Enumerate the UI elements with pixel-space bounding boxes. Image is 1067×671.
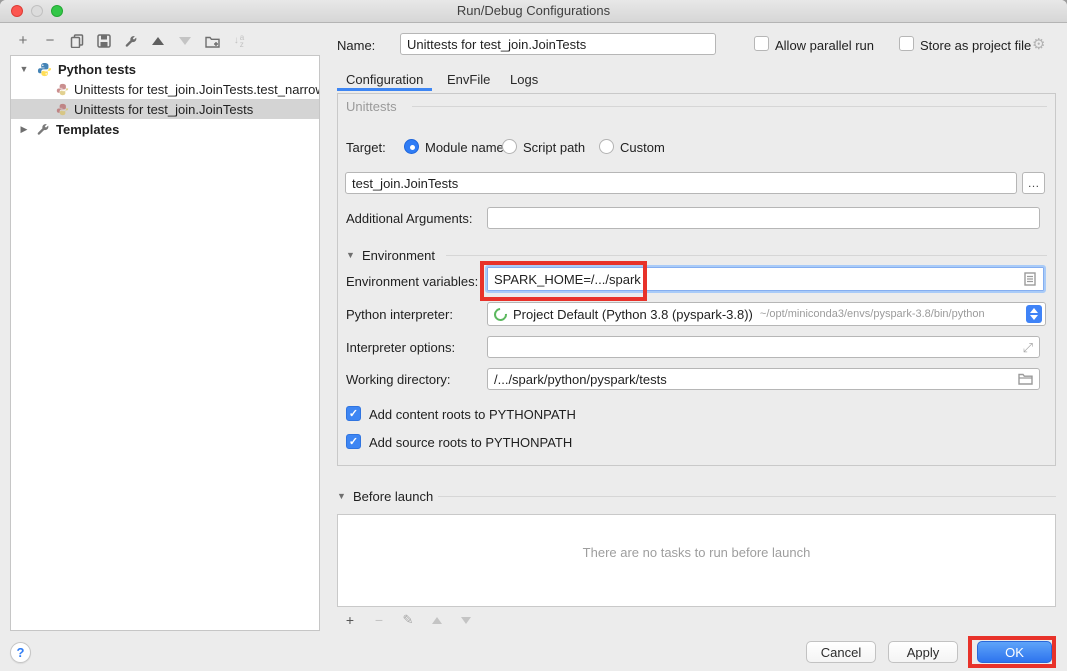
- unittest-icon: [56, 103, 69, 116]
- allow-parallel-run-label: Allow parallel run: [775, 38, 874, 53]
- templates-wrench-icon: [36, 122, 50, 136]
- configurations-toolbar: + − ↓az: [15, 31, 247, 51]
- before-launch-toolbar: + − ✎: [342, 611, 474, 629]
- python-interpreter-label: Python interpreter:: [346, 307, 453, 322]
- remove-configuration-icon[interactable]: −: [42, 33, 58, 49]
- window-title: Run/Debug Configurations: [0, 3, 1067, 18]
- new-folder-icon[interactable]: [204, 33, 220, 49]
- help-button[interactable]: ?: [10, 642, 31, 663]
- section-divider: [412, 106, 1047, 107]
- working-directory-value: /.../spark/python/pyspark/tests: [494, 372, 667, 387]
- move-down-icon: [177, 33, 193, 49]
- name-input[interactable]: Unittests for test_join.JoinTests: [400, 33, 716, 55]
- remove-task-icon: −: [371, 612, 387, 628]
- configurations-tree: ▼ Python tests Unittests for test_join.J…: [10, 55, 320, 631]
- module-name-value: test_join.JoinTests: [352, 176, 458, 191]
- working-directory-label: Working directory:: [346, 372, 451, 387]
- unittest-icon: [56, 83, 69, 96]
- tree-item-python-tests[interactable]: ▼ Python tests: [11, 59, 319, 79]
- unittests-section-title: Unittests: [346, 99, 397, 114]
- module-name-input[interactable]: test_join.JoinTests: [345, 172, 1017, 194]
- interpreter-options-label: Interpreter options:: [346, 340, 455, 355]
- add-content-roots-label: Add content roots to PYTHONPATH: [369, 407, 576, 422]
- move-task-up-icon: [429, 612, 445, 628]
- name-value: Unittests for test_join.JoinTests: [407, 37, 586, 52]
- interpreter-options-input[interactable]: ⤢: [487, 336, 1040, 358]
- expand-field-icon[interactable]: ⤢: [1023, 340, 1033, 356]
- tree-item-label: Unittests for test_join.JoinTests.test_n…: [74, 82, 319, 97]
- edit-templates-icon[interactable]: [123, 33, 139, 49]
- annotation-box-env-vars: [480, 261, 647, 301]
- additional-arguments-label: Additional Arguments:: [346, 211, 472, 226]
- target-script-path-label: Script path: [523, 140, 585, 155]
- interpreter-dropdown-stepper-icon[interactable]: [1026, 305, 1042, 323]
- tab-logs[interactable]: Logs: [510, 72, 538, 87]
- move-task-down-icon: [458, 612, 474, 628]
- environment-collapse-icon[interactable]: ▼: [346, 250, 355, 260]
- tab-envfile[interactable]: EnvFile: [447, 72, 490, 87]
- sort-alphabetically-icon: ↓az: [231, 33, 247, 49]
- target-script-path-radio[interactable]: [502, 139, 517, 154]
- target-custom-label: Custom: [620, 140, 665, 155]
- before-launch-empty-text: There are no tasks to run before launch: [338, 545, 1055, 560]
- run-debug-configurations-dialog: Run/Debug Configurations + − ↓az ▼ Pytho…: [0, 0, 1067, 671]
- target-module-name-radio[interactable]: [404, 139, 419, 154]
- add-content-roots-checkbox[interactable]: ✓: [346, 406, 361, 421]
- section-divider: [446, 255, 1047, 256]
- environment-variables-label: Environment variables:: [346, 274, 478, 289]
- save-configuration-icon[interactable]: [96, 33, 112, 49]
- python-tests-icon: [37, 62, 52, 77]
- virtualenv-icon: [491, 305, 509, 323]
- environment-section-title: Environment: [362, 248, 435, 263]
- tree-item-label: Templates: [56, 122, 119, 137]
- before-launch-task-list: There are no tasks to run before launch: [337, 514, 1056, 607]
- python-interpreter-select[interactable]: Project Default (Python 3.8 (pyspark-3.8…: [487, 302, 1046, 326]
- title-bar: Run/Debug Configurations: [0, 0, 1067, 23]
- annotation-box-ok-button: [968, 636, 1056, 668]
- name-label: Name:: [337, 38, 375, 53]
- tree-item-test-narrow[interactable]: Unittests for test_join.JoinTests.test_n…: [11, 79, 319, 99]
- before-launch-collapse-icon[interactable]: ▼: [337, 491, 346, 501]
- apply-button[interactable]: Apply: [888, 641, 958, 663]
- before-launch-section-title: Before launch: [353, 489, 433, 504]
- python-interpreter-path: ~/opt/miniconda3/envs/pyspark-3.8/bin/py…: [760, 308, 985, 320]
- python-interpreter-value: Project Default (Python 3.8 (pyspark-3.8…: [513, 307, 753, 322]
- working-directory-input[interactable]: /.../spark/python/pyspark/tests: [487, 368, 1040, 390]
- additional-arguments-input[interactable]: [487, 207, 1040, 229]
- cancel-button[interactable]: Cancel: [806, 641, 876, 663]
- add-source-roots-checkbox[interactable]: ✓: [346, 434, 361, 449]
- tree-item-jointests-selected[interactable]: Unittests for test_join.JoinTests: [11, 99, 319, 119]
- target-custom-radio[interactable]: [599, 139, 614, 154]
- tree-item-templates[interactable]: ▶ Templates: [11, 119, 319, 139]
- gear-icon[interactable]: ⚙: [1032, 35, 1045, 53]
- chevron-down-icon[interactable]: ▼: [19, 64, 29, 74]
- add-configuration-icon[interactable]: +: [15, 33, 31, 49]
- allow-parallel-run-checkbox[interactable]: [754, 36, 769, 51]
- target-label: Target:: [346, 140, 386, 155]
- tab-configuration[interactable]: Configuration: [346, 72, 423, 87]
- browse-module-button[interactable]: …: [1022, 172, 1045, 194]
- store-as-project-file-checkbox[interactable]: [899, 36, 914, 51]
- store-as-project-file-label: Store as project file: [920, 38, 1031, 53]
- target-module-name-label: Module name: [425, 140, 504, 155]
- folder-icon[interactable]: [1018, 373, 1033, 385]
- edit-task-icon: ✎: [400, 612, 416, 628]
- copy-configuration-icon[interactable]: [69, 33, 85, 49]
- tree-item-label: Python tests: [58, 62, 136, 77]
- chevron-right-icon[interactable]: ▶: [19, 124, 29, 135]
- browse-env-vars-icon[interactable]: [1024, 272, 1036, 286]
- add-source-roots-label: Add source roots to PYTHONPATH: [369, 435, 572, 450]
- tree-item-label: Unittests for test_join.JoinTests: [74, 102, 253, 117]
- section-divider: [438, 496, 1056, 497]
- active-tab-underline: [337, 88, 432, 91]
- add-task-icon[interactable]: +: [342, 612, 358, 628]
- move-up-icon[interactable]: [150, 33, 166, 49]
